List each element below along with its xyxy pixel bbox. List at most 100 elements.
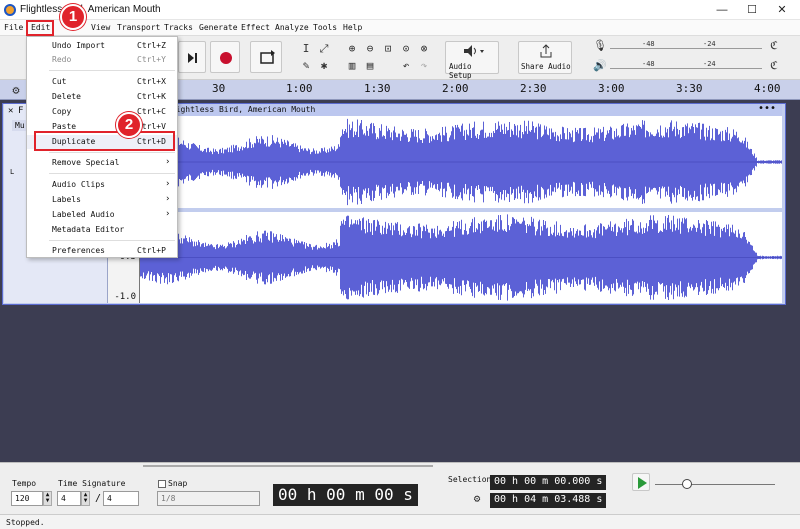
zoom-in-icon[interactable]: ⊕ (344, 41, 360, 57)
menu-generate[interactable]: Generate (199, 23, 238, 32)
close-window-button[interactable]: ✕ (772, 2, 792, 18)
bottom-splitter[interactable] (143, 465, 433, 467)
snap-select[interactable]: 1/8 (157, 491, 260, 506)
playback-speed-thumb[interactable] (682, 479, 692, 489)
tempo-input[interactable]: 120 (11, 491, 43, 506)
menu-view[interactable]: View (91, 23, 110, 32)
menu-tools[interactable]: Tools (313, 23, 337, 32)
clip-title: Flightless Bird, American Mouth (166, 105, 316, 114)
menu-file[interactable]: File (4, 23, 23, 32)
share-audio-button[interactable]: Share Audio (518, 41, 572, 74)
menu-item-remove-special[interactable]: Remove Special › (27, 156, 177, 170)
menu-item-cut[interactable]: Cut Ctrl+X (27, 75, 177, 89)
selection-label: Selection (448, 475, 492, 484)
playback-speaker-icon[interactable]: 🔊 (592, 58, 608, 74)
tempo-spinner[interactable]: ▲ ▼ (43, 491, 52, 506)
menu-transport[interactable]: Transport (117, 23, 160, 32)
ruler-tick-label: 3:00 (598, 82, 625, 95)
draw-tool-icon[interactable]: ✎ (298, 58, 314, 74)
snap-label: Snap (168, 479, 188, 488)
submenu-arrow-icon: › (165, 209, 171, 219)
minimize-button[interactable]: — (712, 2, 732, 18)
time-display[interactable]: 00 h 00 m 00 s (273, 484, 418, 506)
skip-end-button[interactable] (178, 41, 206, 73)
ts-numerator-spinner[interactable]: ▲ ▼ (81, 491, 90, 506)
timeline-settings-gear-icon[interactable]: ⚙ (8, 82, 24, 98)
zoom-toggle-icon[interactable]: ⊗ (416, 41, 432, 57)
record-meter[interactable] (610, 48, 762, 49)
ts-slash: / (95, 493, 102, 504)
submenu-arrow-icon: › (165, 179, 171, 189)
waveform-left-channel[interactable] (140, 116, 782, 208)
time-signature-label: Time Signature (58, 479, 126, 488)
bottom-toolbar: Tempo 120 ▲ ▼ Time Signature 4 ▲ ▼ / 4 Sna… (0, 462, 800, 514)
maximize-button[interactable]: ☐ (742, 2, 762, 18)
menu-item-undo-import[interactable]: Undo Import Ctrl+Z (27, 39, 177, 53)
step-2-badge: 2 (116, 112, 142, 138)
zoom-out-icon[interactable]: ⊖ (362, 41, 378, 57)
scale-label: -1.0 (114, 292, 136, 302)
menu-separator (49, 173, 175, 174)
ts-denominator-select[interactable]: 4 (103, 491, 139, 506)
ruler-tick-label: 2:00 (442, 82, 469, 95)
submenu-arrow-icon: › (165, 157, 171, 167)
microphone-icon[interactable]: 🎙 (592, 38, 608, 54)
selection-start-time[interactable]: 00 h 00 m 00.000 s (490, 475, 607, 490)
selection-tool-icon[interactable]: I (298, 41, 314, 57)
trim-audio-icon[interactable]: ▥ (344, 58, 360, 74)
playback-meter-tick: -48 (642, 60, 655, 68)
menu-item-copy[interactable]: Copy Ctrl+C (27, 105, 177, 119)
playback-meter-tick: -24 (703, 60, 716, 68)
selection-end-time[interactable]: 00 h 04 m 03.488 s (490, 493, 607, 508)
play-at-speed-button[interactable] (632, 473, 650, 491)
pan-left-label: L (10, 168, 15, 176)
menu-help[interactable]: Help (343, 23, 362, 32)
menu-analyze[interactable]: Analyze (275, 23, 309, 32)
menu-item-metadata-editor[interactable]: Metadata Editor (27, 223, 177, 237)
share-icon (540, 44, 552, 58)
duplicate-highlight (34, 131, 175, 151)
selection-settings-gear-icon[interactable]: ⚙ (469, 491, 485, 507)
menu-item-audio-clips[interactable]: Audio Clips › (27, 178, 177, 192)
ruler-tick-label: 30 (212, 82, 226, 95)
status-bar: Stopped. (0, 514, 800, 529)
menu-tracks[interactable]: Tracks (164, 23, 193, 32)
ts-numerator-input[interactable]: 4 (57, 491, 81, 506)
track-name-label[interactable]: F (18, 106, 23, 116)
fit-project-icon[interactable]: ⊙ (398, 41, 414, 57)
share-audio-label: Share Audio (521, 62, 571, 71)
loop-button[interactable] (250, 41, 282, 73)
fit-selection-icon[interactable]: ⊡ (380, 41, 396, 57)
envelope-tool-icon[interactable]: ⤢ (316, 41, 332, 57)
playback-meter-options-icon[interactable]: ℭ (766, 58, 782, 74)
track-close-icon[interactable]: ✕ (8, 106, 13, 116)
undo-icon[interactable]: ↶ (398, 58, 414, 74)
clip-menu-icon[interactable]: ••• (758, 103, 776, 114)
menu-separator (49, 152, 175, 153)
snap-checkbox[interactable] (158, 480, 166, 488)
waveform-left-graphic (140, 118, 782, 206)
title-bar: Flightless Bird, American Mouth — ☐ ✕ (0, 0, 800, 20)
menu-item-delete[interactable]: Delete Ctrl+K (27, 90, 177, 104)
clip-header[interactable]: Flightless Bird, American Mouth ••• (140, 103, 782, 116)
audio-setup-button[interactable]: Audio Setup (445, 41, 499, 80)
silence-audio-icon[interactable]: ▤ (362, 58, 378, 74)
loop-icon (260, 50, 275, 64)
ruler-tick-label: 4:00 (754, 82, 781, 95)
multi-tool-icon[interactable]: ✱ (316, 58, 332, 74)
menu-effect[interactable]: Effect (241, 23, 270, 32)
menu-item-labels[interactable]: Labels › (27, 193, 177, 207)
record-meter-options-icon[interactable]: ℭ (766, 38, 782, 54)
menu-item-preferences[interactable]: Preferences Ctrl+P (27, 244, 177, 258)
redo-icon[interactable]: ↷ (416, 58, 432, 74)
menu-item-redo[interactable]: Redo Ctrl+Y (27, 53, 177, 67)
audacity-app-icon (4, 4, 16, 16)
record-button[interactable] (210, 41, 240, 73)
playback-speed-slider[interactable] (655, 484, 775, 485)
waveform-right-graphic (140, 214, 782, 301)
playback-meter[interactable] (610, 68, 762, 69)
waveform-right-channel[interactable] (140, 212, 782, 303)
status-text: Stopped. (6, 518, 45, 527)
speaker-icon (464, 45, 484, 57)
menu-item-labeled-audio[interactable]: Labeled Audio › (27, 208, 177, 222)
